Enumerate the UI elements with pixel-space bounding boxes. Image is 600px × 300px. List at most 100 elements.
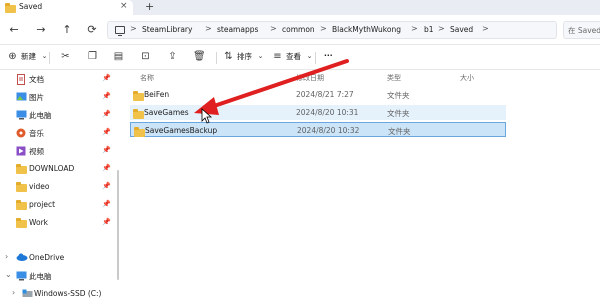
column-header-date[interactable]: 修改日期 xyxy=(296,73,324,83)
sidebar-item-drive-c[interactable]: › Windows-SSD (C:) xyxy=(0,287,120,300)
command-bar: ⊕ 新建 ⌄ ✂ ❐ ▤ ⊡ ⇪ 🗑 ⇅ 排序 ⌄ ≡ 查看 ⌄ ··· xyxy=(0,46,600,70)
new-button[interactable]: ⊕ 新建 ⌄ xyxy=(7,51,50,62)
sidebar-item-label: 视频 xyxy=(29,147,44,156)
sidebar-item-this-pc-pinned[interactable]: 此电脑 📌 xyxy=(0,108,120,123)
up-icon[interactable]: ↑ xyxy=(59,22,75,38)
breadcrumb-item[interactable]: BlackMythWukong xyxy=(332,25,401,34)
sidebar-item-this-pc[interactable]: ⌄ 此电脑 xyxy=(0,269,120,284)
more-options-button[interactable]: ··· xyxy=(324,51,333,60)
video-icon xyxy=(16,146,26,156)
breadcrumb-item[interactable]: b1 xyxy=(424,25,434,34)
sidebar-item-label: 文档 xyxy=(29,75,44,84)
sidebar-item-videos[interactable]: 视频 📌 xyxy=(0,144,120,159)
folder-icon xyxy=(133,109,144,119)
folder-icon xyxy=(133,91,144,101)
breadcrumb-separator: > xyxy=(270,24,277,33)
tab-bar: Saved × + xyxy=(0,0,600,15)
refresh-icon[interactable]: ⟳ xyxy=(84,22,100,38)
breadcrumb-item-current[interactable]: Saved xyxy=(450,25,473,34)
back-icon[interactable]: ← xyxy=(6,22,22,38)
monitor-icon xyxy=(16,110,27,120)
view-button[interactable]: ≡ 查看 ⌄ xyxy=(272,51,315,62)
chevron-right-icon[interactable]: › xyxy=(5,252,8,261)
paste-button[interactable]: ▤ xyxy=(113,51,124,62)
sidebar-item-label: Work xyxy=(29,218,48,227)
chevron-down-icon[interactable]: ⌄ xyxy=(5,270,12,279)
sidebar-item-project[interactable]: project 📌 xyxy=(0,198,120,213)
cut-button[interactable]: ✂ xyxy=(60,51,71,62)
folder-icon xyxy=(16,164,27,174)
tab-title: Saved xyxy=(19,2,43,11)
scrollbar-thumb[interactable] xyxy=(117,170,119,280)
copy-icon: ❐ xyxy=(88,51,97,62)
breadcrumb-separator: > xyxy=(411,24,418,33)
copy-button[interactable]: ❐ xyxy=(87,51,98,62)
file-name: BeiFen xyxy=(144,90,170,99)
pin-icon: 📌 xyxy=(102,128,111,136)
sidebar-item-documents[interactable]: 文档 📌 xyxy=(0,72,120,87)
plus-circle-icon: ⊕ xyxy=(8,51,17,62)
address-bar[interactable]: > SteamLibrary > steamapps > common > Bl… xyxy=(107,21,557,39)
breadcrumb-separator: > xyxy=(130,24,137,33)
sidebar-item-pictures[interactable]: 图片 📌 xyxy=(0,90,120,105)
tab-close-icon[interactable]: × xyxy=(120,1,128,11)
file-type: 文件夹 xyxy=(388,127,411,136)
breadcrumb-separator: > xyxy=(482,24,489,33)
sort-button[interactable]: ⇅ 排序 ⌄ xyxy=(223,51,266,62)
view-icon: ≡ xyxy=(273,51,282,62)
navigation-pane: 文档 📌 图片 📌 此电脑 📌 音乐 📌 视频 📌 DOWNLOAD 📌 vid… xyxy=(0,70,120,300)
folder-icon xyxy=(16,200,27,210)
pin-icon: 📌 xyxy=(102,74,111,82)
sidebar-item-label: project xyxy=(29,200,56,209)
chevron-down-icon: ⌄ xyxy=(257,52,264,60)
file-date: 2024/8/21 7:27 xyxy=(296,90,354,99)
new-tab-button[interactable]: + xyxy=(145,0,154,13)
pictures-icon xyxy=(16,92,27,102)
breadcrumb-item[interactable]: SteamLibrary xyxy=(142,25,192,34)
breadcrumb-item[interactable]: steamapps xyxy=(217,25,258,34)
folder-icon xyxy=(16,218,27,228)
column-header-name[interactable]: 名称 xyxy=(140,73,154,83)
pin-icon: 📌 xyxy=(102,110,111,118)
file-name: SaveGames xyxy=(144,108,189,117)
pin-icon: 📌 xyxy=(102,92,111,100)
search-input[interactable]: 在 Saved 中搜索 xyxy=(563,21,600,39)
document-icon xyxy=(16,74,26,85)
monitor-icon xyxy=(16,271,27,281)
share-button[interactable]: ⇪ xyxy=(167,51,178,62)
sidebar-item-label: OneDrive xyxy=(29,253,65,262)
toolbar-divider xyxy=(315,52,316,64)
breadcrumb-item[interactable]: common xyxy=(282,25,315,34)
sidebar-item-work[interactable]: Work 📌 xyxy=(0,216,120,231)
file-date: 2024/8/20 10:31 xyxy=(296,108,359,117)
address-row: ← → ↑ ⟳ > SteamLibrary > steamapps > com… xyxy=(0,15,600,45)
file-name: SaveGamesBackup xyxy=(145,126,218,135)
breadcrumb-separator: > xyxy=(320,24,327,33)
toolbar-divider xyxy=(49,52,50,64)
sidebar-item-music[interactable]: 音乐 📌 xyxy=(0,126,120,141)
view-label: 查看 xyxy=(286,52,301,61)
forward-icon[interactable]: → xyxy=(33,22,49,38)
pin-icon: 📌 xyxy=(102,218,111,226)
column-header-type[interactable]: 类型 xyxy=(387,73,401,83)
file-row[interactable]: SaveGames 2024/8/20 10:31 文件夹 xyxy=(130,105,506,120)
file-row[interactable]: BeiFen 2024/8/21 7:27 文件夹 xyxy=(130,87,506,102)
sidebar-item-label: 图片 xyxy=(29,93,44,102)
new-label: 新建 xyxy=(21,52,36,61)
folder-icon xyxy=(5,3,16,13)
sidebar-item-video[interactable]: video 📌 xyxy=(0,180,120,195)
delete-button[interactable]: 🗑 xyxy=(193,51,206,62)
file-list: 名称 修改日期 类型 大小 BeiFen 2024/8/21 7:27 文件夹 … xyxy=(120,70,600,300)
sidebar-item-onedrive[interactable]: › OneDrive xyxy=(0,251,120,266)
sidebar-item-label: 音乐 xyxy=(29,129,44,138)
music-icon xyxy=(16,128,26,138)
column-header-size[interactable]: 大小 xyxy=(460,73,474,83)
sidebar-item-label: DOWNLOAD xyxy=(29,164,75,173)
sidebar-item-download[interactable]: DOWNLOAD 📌 xyxy=(0,162,120,177)
drive-icon xyxy=(22,289,33,299)
file-row-selected[interactable]: SaveGamesBackup 2024/8/20 10:32 文件夹 xyxy=(130,122,506,137)
rename-button[interactable]: ⊡ xyxy=(140,51,151,62)
chevron-right-icon[interactable]: › xyxy=(12,288,15,297)
tab-saved[interactable]: Saved × xyxy=(0,0,133,15)
rename-icon: ⊡ xyxy=(141,51,150,62)
